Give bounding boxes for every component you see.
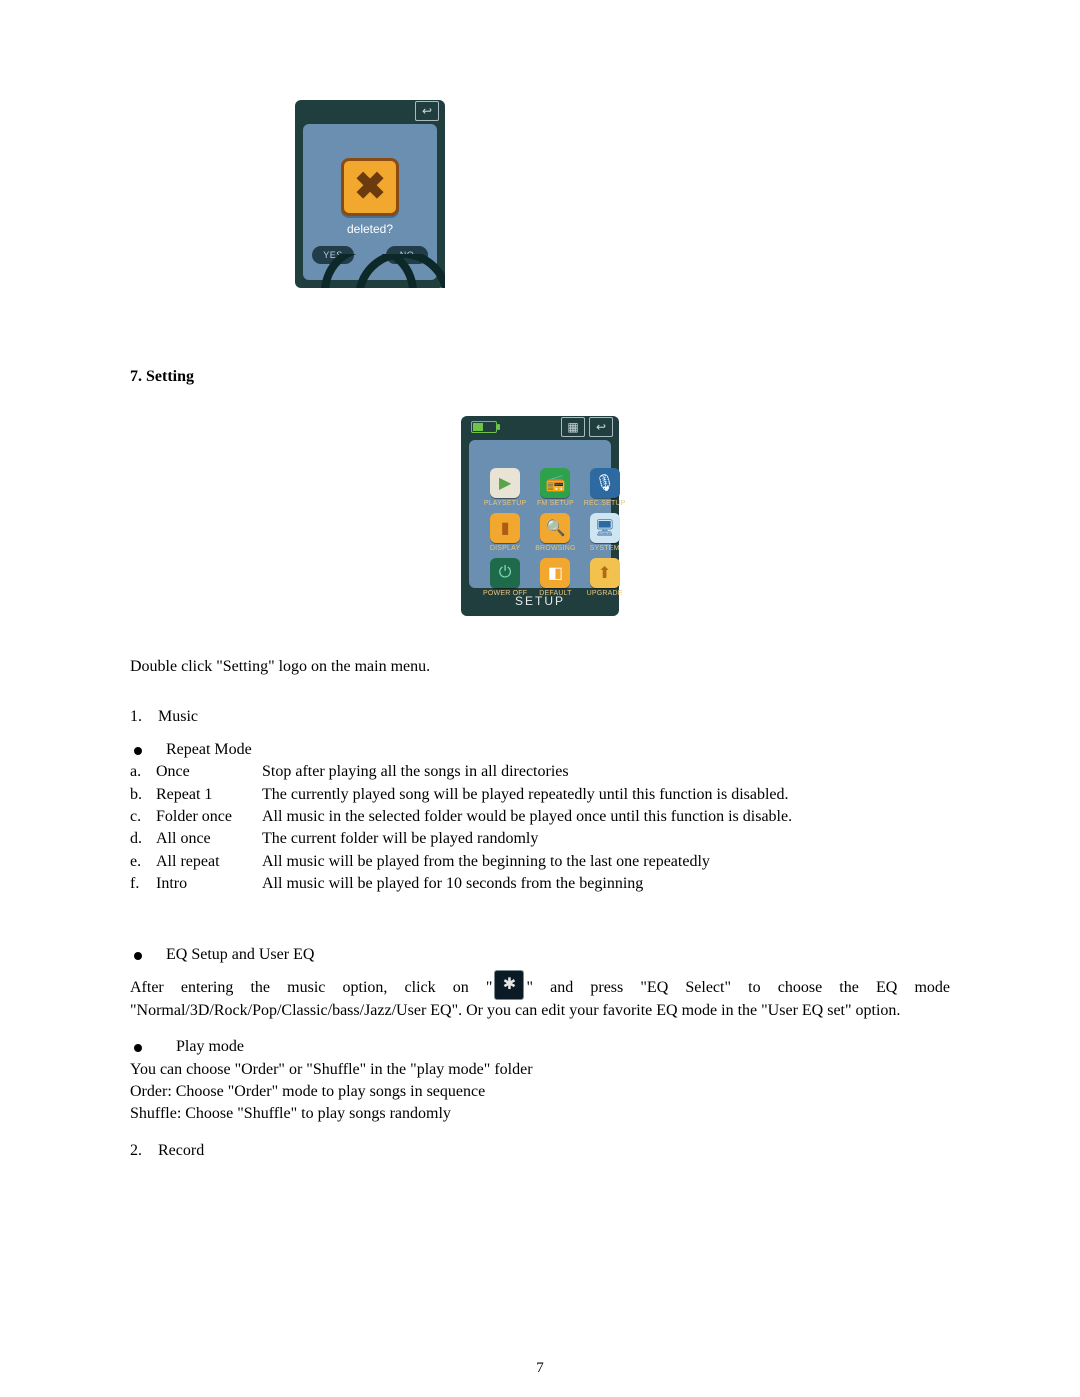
- setup-cell-playsetup[interactable]: ▶ PLAYSETUP: [483, 468, 527, 507]
- repeat-row: c.Folder onceAll music in the selected f…: [130, 806, 950, 828]
- list-item-record: 2.Record: [130, 1140, 950, 1162]
- battery-icon: [471, 421, 497, 433]
- list-item-music: 1.Music: [130, 706, 950, 728]
- setup-cell-icon: ◧: [540, 558, 570, 588]
- list-label-music: Music: [158, 708, 198, 725]
- repeat-row-name: Folder once: [156, 806, 262, 828]
- device2-statusbar: ▦ ↩: [461, 416, 619, 438]
- repeat-row-mark: f.: [130, 873, 156, 895]
- repeat-row: d.All onceThe current folder will be pla…: [130, 828, 950, 850]
- list-num-1: 1.: [130, 706, 158, 728]
- setup-cell-fm-setup[interactable]: 📻 FM SETUP: [535, 468, 576, 507]
- x-icon: ✖: [354, 168, 386, 206]
- delete-icon: ✖: [341, 158, 399, 216]
- eq-paragraph: After entering the music option, click o…: [130, 970, 950, 1022]
- setup-cell-icon: ⬆: [590, 558, 620, 588]
- repeat-row-mark: e.: [130, 851, 156, 873]
- grid-icon: ▦: [567, 421, 578, 433]
- list-num-2: 2.: [130, 1140, 158, 1162]
- repeat-row-mark: b.: [130, 784, 156, 806]
- repeat-row: f.IntroAll music will be played for 10 s…: [130, 873, 950, 895]
- device-screenshot-setup: ▦ ↩ ▶PLAYSETUP📻FM SETUP🎙REC.SETUP▮DISPLA…: [461, 416, 619, 616]
- repeat-row-desc: Stop after playing all the songs in all …: [262, 761, 569, 783]
- back-arrow-icon: ↩: [596, 421, 606, 433]
- device-screenshot-deleted: ↩ ✖ deleted? YES NO: [295, 100, 445, 288]
- setup-cell-display[interactable]: ▮ DISPLAY: [483, 513, 527, 552]
- eq-para-pre: After entering the music option, click o…: [130, 979, 492, 996]
- setup-cell-icon: 🔍: [540, 513, 570, 543]
- setup-cell-browsing[interactable]: 🔍 BROWSING: [535, 513, 576, 552]
- setup-cell-label: REC.SETUP: [584, 500, 626, 507]
- section-heading-setting: 7. Setting: [130, 368, 950, 386]
- setup-cell-rec-setup[interactable]: 🎙 REC.SETUP: [584, 468, 626, 507]
- playmode-lines: You can choose "Order" or "Shuffle" in t…: [130, 1059, 950, 1126]
- repeat-row-name: Intro: [156, 873, 262, 895]
- repeat-row-mark: c.: [130, 806, 156, 828]
- setup-cell-label: BROWSING: [535, 545, 576, 552]
- repeat-row: b.Repeat 1The currently played song will…: [130, 784, 950, 806]
- repeat-row-name: All repeat: [156, 851, 262, 873]
- repeat-row-desc: All music will be played from the beginn…: [262, 851, 710, 873]
- setup-footer-label: SETUP: [461, 594, 619, 608]
- playmode-line: Shuffle: Choose "Shuffle" to play songs …: [130, 1103, 950, 1125]
- setup-cell-icon: ▶: [490, 468, 520, 498]
- setup-cell-default[interactable]: ◧DEFAULT: [535, 558, 576, 597]
- device1-bottom-art: [295, 254, 445, 288]
- setup-cell-label: FM SETUP: [537, 500, 574, 507]
- intro-text: Double click "Setting" logo on the main …: [130, 656, 950, 678]
- bullet-play-mode: Play mode: [130, 1036, 950, 1058]
- repeat-row: e.All repeatAll music will be played fro…: [130, 851, 950, 873]
- playmode-line: Order: Choose "Order" mode to play songs…: [130, 1081, 950, 1103]
- bullet-icon: [134, 1044, 142, 1052]
- repeat-row-desc: The current folder will be played random…: [262, 828, 538, 850]
- setup-cell-power-off[interactable]: ⏻POWER OFF: [483, 558, 527, 597]
- document-page: ↩ ✖ deleted? YES NO 7. Setting ▦ ↩ ▶ PLAY…: [0, 0, 1080, 1397]
- setup-cell-icon: 📻: [540, 468, 570, 498]
- eq-gear-icon: [494, 970, 524, 1000]
- setup-cell-label: PLAYSETUP: [484, 500, 527, 507]
- repeat-row-desc: All music in the selected folder would b…: [262, 806, 792, 828]
- bullet-label-playmode: Play mode: [176, 1036, 244, 1058]
- setup-cell-icon: 🖥: [590, 513, 620, 543]
- repeat-row-name: All once: [156, 828, 262, 850]
- setup-cell-icon: ▮: [490, 513, 520, 543]
- back-arrow-icon: ↩: [422, 105, 432, 117]
- bullet-eq-setup: EQ Setup and User EQ: [130, 944, 950, 966]
- repeat-row: a.OnceStop after playing all the songs i…: [130, 761, 950, 783]
- setup-cell-system[interactable]: 🖥 SYSTEM: [584, 513, 626, 552]
- repeat-row-mark: a.: [130, 761, 156, 783]
- list-label-record: Record: [158, 1142, 204, 1159]
- repeat-row-mark: d.: [130, 828, 156, 850]
- back-button[interactable]: ↩: [415, 101, 439, 121]
- bullet-icon: [134, 747, 142, 755]
- bullet-repeat-mode: Repeat Mode: [130, 739, 950, 761]
- page-number: 7: [0, 1360, 1080, 1377]
- setup-grid: ▶PLAYSETUP📻FM SETUP🎙REC.SETUP▮DISPLAY🔍BR…: [483, 468, 597, 597]
- bullet-icon: [134, 952, 142, 960]
- back-button[interactable]: ↩: [589, 417, 613, 437]
- repeat-mode-rows: a.OnceStop after playing all the songs i…: [130, 761, 950, 895]
- device2-panel: ▶PLAYSETUP📻FM SETUP🎙REC.SETUP▮DISPLAY🔍BR…: [469, 440, 611, 588]
- repeat-row-desc: All music will be played for 10 seconds …: [262, 873, 643, 895]
- home-button[interactable]: ▦: [561, 417, 585, 437]
- setup-cell-label: SYSTEM: [590, 545, 620, 552]
- repeat-row-desc: The currently played song will be played…: [262, 784, 789, 806]
- deleted-label: deleted?: [303, 222, 437, 236]
- setup-cell-icon: 🎙: [590, 468, 620, 498]
- device1-statusbar: ↩: [295, 100, 445, 122]
- setup-cell-upgrade[interactable]: ⬆UPGRADE: [584, 558, 626, 597]
- bullet-label-repeat: Repeat Mode: [166, 739, 252, 761]
- setup-cell-label: DISPLAY: [490, 545, 520, 552]
- playmode-line: You can choose "Order" or "Shuffle" in t…: [130, 1059, 950, 1081]
- repeat-row-name: Repeat 1: [156, 784, 262, 806]
- setup-cell-icon: ⏻: [490, 558, 520, 588]
- repeat-row-name: Once: [156, 761, 262, 783]
- bullet-label-eq: EQ Setup and User EQ: [166, 944, 314, 966]
